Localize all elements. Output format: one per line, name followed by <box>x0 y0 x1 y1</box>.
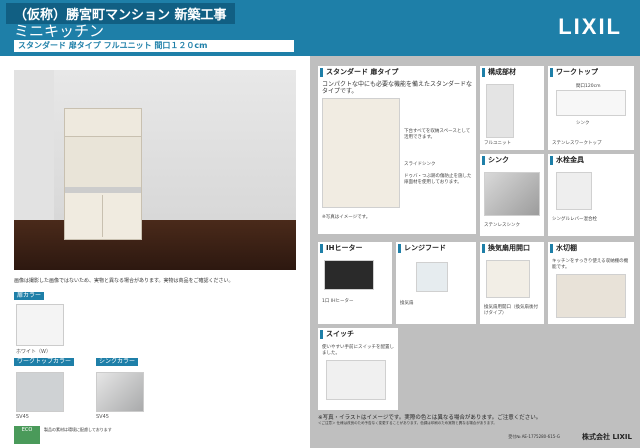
worktop-color-label: ワークトップカラー <box>14 358 75 366</box>
door-caption: ホワイト（W） <box>16 349 51 355</box>
card-structure-title: 構成部材 <box>480 66 544 79</box>
water-shelf-image <box>556 274 626 318</box>
card-worktop-caption2: シンク <box>576 121 590 126</box>
card-standard-desc: コンパクトな中にも必要な機能を備えたスタンダードなタイプです。 <box>322 81 473 95</box>
card-standard-note3: ドゥバ・つぶ跡の傷防止を施した扉面材を使用しております。 <box>404 174 472 185</box>
card-switch-title: スイッチ <box>318 328 398 341</box>
card-switch: スイッチ 使いやすい手前にスイッチを配置しました。 <box>318 328 398 410</box>
card-standard-title: スタンダード 扉タイプ <box>318 66 476 79</box>
reference-code: 受付№ AE-1775280-615-G <box>508 434 560 439</box>
kitchen-render <box>14 70 296 270</box>
card-rangehood-caption: 換気扇 <box>400 301 414 306</box>
card-vent: 換気扇用開口 換気扇用開口（換気扇後付けタイプ） <box>480 242 544 324</box>
card-structure: 構成部材 フルユニット <box>480 66 544 150</box>
card-worktop-title: ワークトップ <box>548 66 634 79</box>
faucet-image <box>556 172 592 210</box>
vent-image <box>486 260 530 298</box>
card-standard: スタンダード 扉タイプ コンパクトな中にも必要な機能を備えたスタンダードなタイプ… <box>318 66 476 234</box>
sink-swatch <box>96 372 144 412</box>
rangehood-image <box>416 262 448 292</box>
card-water-caption: キッチンをすっきり使える収納棚の機能です。 <box>552 259 629 270</box>
eco-text: 製品の素材は環境に配慮しております <box>44 427 112 432</box>
card-worktop: ワークトップ 間口120cm シンク ステンレスワークトップ <box>548 66 634 150</box>
card-faucet-caption: シングルレバー混合栓 <box>552 217 597 222</box>
card-worktop-caption3: ステンレスワークトップ <box>552 141 602 146</box>
worktop-caption: SV45 <box>16 414 29 420</box>
card-ih: IHヒーター 1口 IHヒーター <box>318 242 392 324</box>
worktop-diagram <box>556 90 626 116</box>
structure-image <box>486 84 514 138</box>
card-worktop-caption1: 間口120cm <box>576 84 601 89</box>
card-standard-note1: 下台すべてを収納スペースとして活用できます。 <box>404 129 471 140</box>
door-color-swatch <box>16 304 64 346</box>
sink-image <box>484 172 540 216</box>
card-sink: シンク ステンレスシンク <box>480 154 544 236</box>
spec-bar: スタンダード 扉タイプ フルユニット 間口１２０cm <box>14 40 294 52</box>
worktop-swatch <box>16 372 64 412</box>
card-sink-title: シンク <box>480 154 544 167</box>
card-structure-caption: フルユニット <box>484 141 511 146</box>
kitchen-open-image <box>322 98 400 208</box>
render-notes: 画像は撮影した画像ではないため、実物と異なる場合があります。実物は商品をご確認く… <box>14 278 234 284</box>
card-ih-title: IHヒーター <box>318 242 392 255</box>
card-rangehood-title: レンジフード <box>396 242 476 255</box>
mini-kitchen-image <box>64 108 142 240</box>
eco-mark: ECO <box>14 426 40 444</box>
card-standard-footer: ※写真はイメージです。 <box>322 215 371 220</box>
card-faucet: 水栓金具 シングルレバー混合栓 <box>548 154 634 236</box>
lixil-logo: LIXIL <box>558 14 622 39</box>
disclaimer: ※写真・イラストはイメージです。実際の色とは異なる場合があります。ご注意ください… <box>318 415 542 421</box>
ih-image <box>324 260 374 290</box>
product-title: ミニキッチン <box>14 22 105 40</box>
card-faucet-title: 水栓金具 <box>548 154 634 167</box>
card-sink-caption: ステンレスシンク <box>484 223 520 228</box>
card-vent-caption: 換気扇用開口（換気扇後付けタイプ） <box>484 305 538 316</box>
sink-color-label: シンクカラー <box>96 358 139 366</box>
card-standard-note2: スライドシンク <box>404 162 436 167</box>
left-panel: 画像は撮影した画像ではないため、実物と異なる場合があります。実物は商品をご確認く… <box>0 56 310 448</box>
card-water-title: 水切棚 <box>548 242 634 255</box>
card-rangehood: レンジフード 換気扇 <box>396 242 476 324</box>
right-panel: スタンダード 扉タイプ コンパクトな中にも必要な機能を備えたスタンダードなタイプ… <box>310 56 640 448</box>
sink-caption: SV45 <box>96 414 109 420</box>
door-color-label: 扉カラー <box>14 292 45 300</box>
card-vent-title: 換気扇用開口 <box>480 242 544 255</box>
card-ih-caption: 1口 IHヒーター <box>322 299 354 304</box>
company-name: 株式会社 LIXIL <box>582 433 632 441</box>
card-water: 水切棚 キッチンをすっきり使える収納棚の機能です。 <box>548 242 634 324</box>
switch-image <box>326 360 386 400</box>
card-switch-caption: 使いやすい手前にスイッチを配置しました。 <box>322 345 394 356</box>
title-bar: （仮称）勝宮町マンション 新築工事 ミニキッチン スタンダード 扉タイプ フルユ… <box>0 0 640 56</box>
footer-notes: ＜ご注意＞ 仕様は改良のため予告なく変更することがあります。色調は印刷のため実物… <box>318 421 497 425</box>
